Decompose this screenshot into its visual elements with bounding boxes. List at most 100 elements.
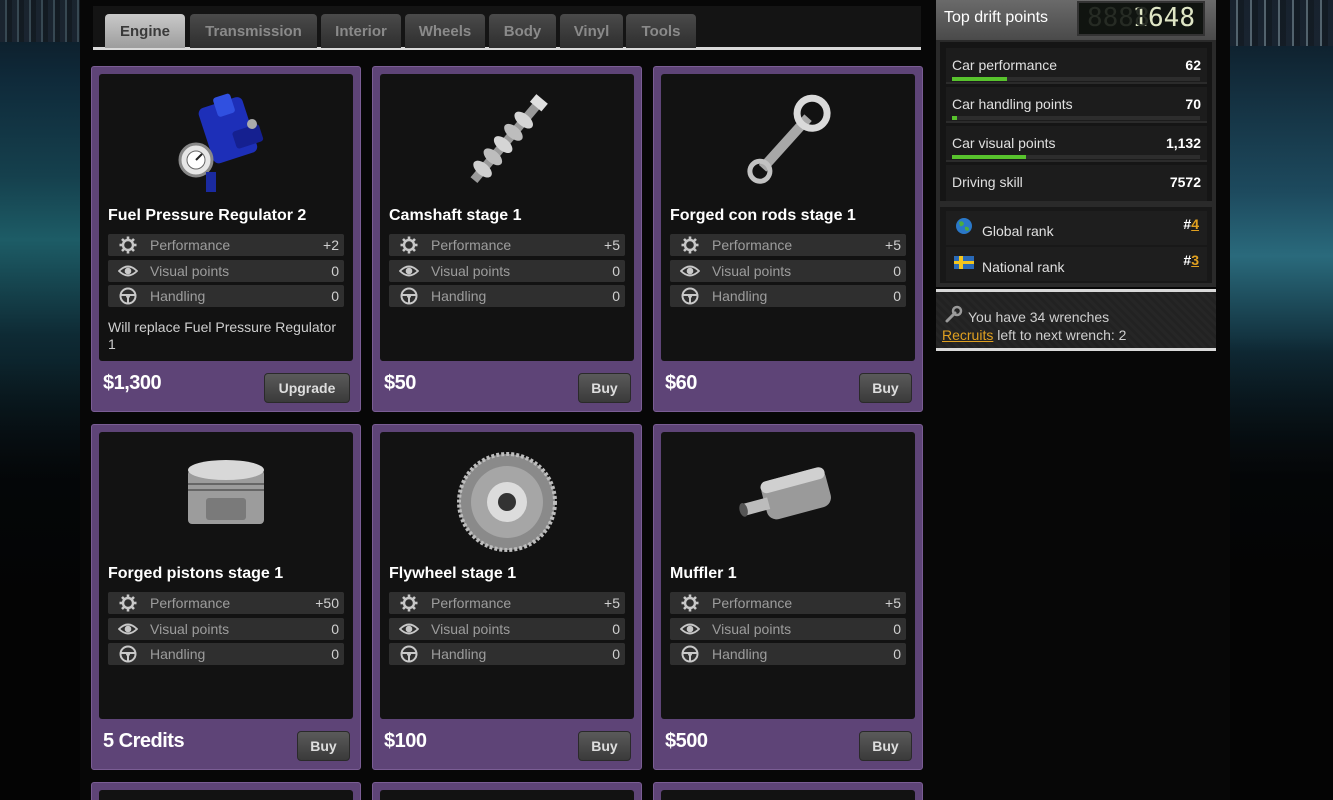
part-card-body [661, 790, 915, 800]
tab-transmission[interactable]: Transmission [190, 14, 317, 48]
global-rank-link[interactable]: 4 [1191, 216, 1199, 232]
national-rank-link[interactable]: 3 [1191, 252, 1199, 268]
performance-row: Performance +5 [670, 592, 906, 614]
part-name: Flywheel stage 1 [389, 565, 517, 582]
visual-points-label: Visual points [712, 621, 792, 637]
rank-panel: Global rank #4 National rank #3 [936, 205, 1216, 287]
performance-value: +5 [885, 595, 901, 611]
car-performance-bar-fill [952, 77, 1007, 81]
visual-points-label: Visual points [150, 263, 230, 279]
gear-icon [118, 236, 138, 254]
handling-label: Handling [431, 288, 487, 304]
visual-points-value: 0 [612, 263, 620, 279]
tab-engine[interactable]: Engine [105, 14, 185, 48]
eye-icon [118, 265, 138, 277]
tab-tools[interactable]: Tools [626, 14, 696, 48]
handling-value: 0 [612, 288, 620, 304]
eye-icon [680, 623, 700, 635]
handling-row: Handling 0 [108, 285, 344, 307]
performance-row: Performance +2 [108, 234, 344, 256]
background-city-left [0, 0, 80, 800]
part-card-body: Flywheel stage 1 Performance +5 Visual p… [380, 432, 634, 719]
visual-points-row: Visual points 0 [389, 618, 625, 640]
buy-button[interactable]: Buy [578, 373, 631, 403]
part-card-body: Camshaft stage 1 Performance +5 Visual p… [380, 74, 634, 361]
driving-skill-value: 7572 [1169, 174, 1201, 190]
car-performance-label: Car performance [952, 57, 1058, 73]
handling-label: Handling [712, 646, 768, 662]
steering-wheel-icon [400, 645, 418, 663]
tab-vinyl[interactable]: Vinyl [560, 14, 623, 48]
car-visual-bar [952, 155, 1200, 159]
recruits-link[interactable]: Recruits [942, 327, 993, 343]
visual-points-value: 0 [331, 621, 339, 637]
tab-wheels[interactable]: Wheels [405, 14, 485, 48]
handling-row: Handling 0 [108, 643, 344, 665]
global-rank-label: Global rank [982, 223, 1054, 239]
eye-icon [118, 623, 138, 635]
fuel-pressure-regulator-icon [178, 93, 264, 192]
national-rank-label: National rank [982, 259, 1065, 275]
gear-icon [680, 594, 700, 612]
handling-label: Handling [431, 646, 487, 662]
handling-value: 0 [893, 646, 901, 662]
buy-button[interactable]: Buy [859, 373, 912, 403]
performance-label: Performance [150, 595, 231, 611]
buy-button[interactable]: Buy [578, 731, 631, 761]
tab-interior[interactable]: Interior [321, 14, 401, 48]
part-card-body [380, 790, 634, 800]
tab-body[interactable]: Body [489, 14, 556, 48]
visual-points-row: Visual points 0 [670, 260, 906, 282]
gear-icon [399, 236, 419, 254]
part-card: Forged con rods stage 1 Performance +5 V… [653, 66, 923, 412]
handling-row: Handling 0 [389, 643, 625, 665]
part-card-body: Forged con rods stage 1 Performance +5 V… [661, 74, 915, 361]
car-performance-bar [952, 77, 1200, 81]
part-name: Muffler 1 [670, 565, 737, 582]
part-price: $100 [384, 730, 427, 752]
part-name: Forged con rods stage 1 [670, 207, 856, 224]
buy-button[interactable]: Buy [297, 731, 350, 761]
part-card: Fuel Pressure Regulator 2 Performance +2… [91, 66, 361, 412]
handling-value: 0 [331, 646, 339, 662]
global-rank-row: Global rank #4 [946, 211, 1207, 245]
performance-value: +5 [885, 237, 901, 253]
wrench-icon [945, 305, 963, 323]
steering-wheel-icon [400, 287, 418, 305]
visual-points-row: Visual points 0 [108, 260, 344, 282]
performance-label: Performance [712, 237, 793, 253]
camshaft-icon [470, 94, 548, 184]
driving-skill-row: Driving skill 7572 [946, 165, 1207, 201]
upgrade-button[interactable]: Upgrade [264, 373, 350, 403]
steering-wheel-icon [681, 645, 699, 663]
performance-value: +5 [604, 237, 620, 253]
visual-points-row: Visual points 0 [108, 618, 344, 640]
handling-row: Handling 0 [389, 285, 625, 307]
performance-label: Performance [431, 595, 512, 611]
handling-label: Handling [150, 646, 206, 662]
part-card-body: Fuel Pressure Regulator 2 Performance +2… [99, 74, 353, 361]
car-stats-panel: Car performance 62 Car handling points 7… [936, 40, 1216, 205]
wrenches-count: You have 34 wrenches [968, 309, 1110, 325]
handling-value: 0 [612, 646, 620, 662]
part-name: Fuel Pressure Regulator 2 [108, 207, 307, 224]
part-name: Camshaft stage 1 [389, 207, 522, 224]
car-handling-row: Car handling points 70 [946, 87, 1207, 123]
buy-button[interactable]: Buy [859, 731, 912, 761]
part-card [372, 782, 642, 800]
car-visual-label: Car visual points [952, 135, 1056, 151]
handling-label: Handling [712, 288, 768, 304]
counter-ghost-digits: 8888 [1087, 3, 1150, 33]
visual-points-label: Visual points [150, 621, 230, 637]
car-performance-row: Car performance 62 [946, 48, 1207, 84]
gear-icon [118, 594, 138, 612]
handling-row: Handling 0 [670, 285, 906, 307]
car-visual-row: Car visual points 1,132 [946, 126, 1207, 162]
performance-row: Performance +5 [670, 234, 906, 256]
recruits-line: Recruits left to next wrench: 2 [942, 327, 1126, 343]
performance-value: +5 [604, 595, 620, 611]
visual-points-value: 0 [893, 263, 901, 279]
part-name: Forged pistons stage 1 [108, 565, 284, 582]
visual-points-value: 0 [331, 263, 339, 279]
steering-wheel-icon [119, 287, 137, 305]
